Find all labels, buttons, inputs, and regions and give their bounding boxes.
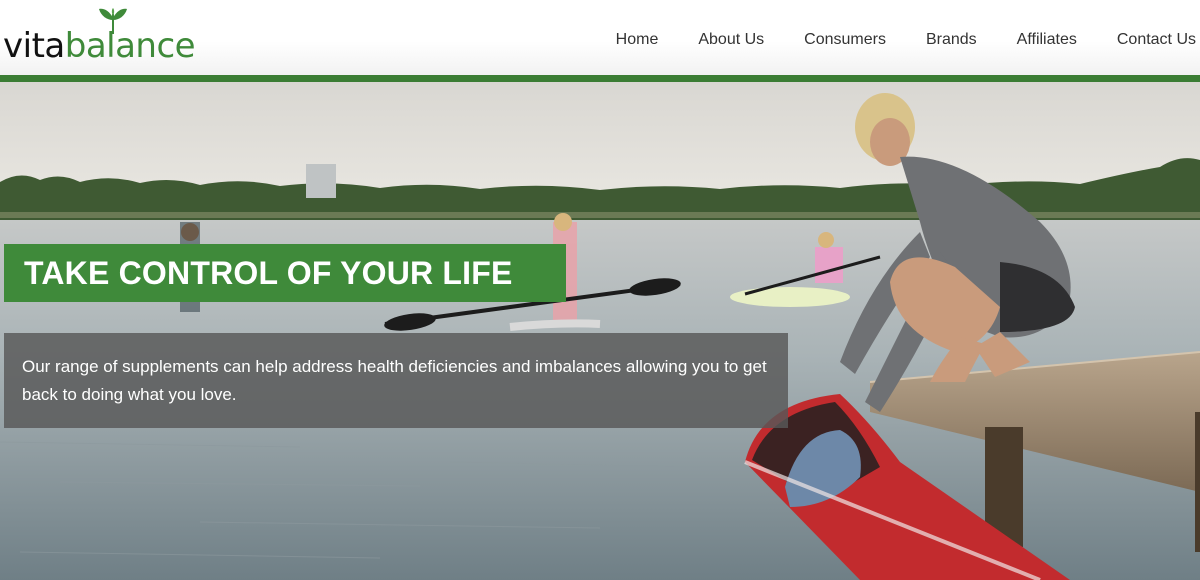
hero-banner: TAKE CONTROL OF YOUR LIFE Our range of s… [0, 82, 1200, 580]
nav-contact-us[interactable]: Contact Us [1077, 29, 1196, 51]
header-divider [0, 75, 1200, 82]
hero-description-panel: Our range of supplements can help addres… [4, 333, 788, 428]
logo-wordmark: vitabalance [3, 26, 196, 66]
logo-text-balance: balance [64, 26, 196, 66]
hero-image [0, 82, 1200, 580]
nav-home[interactable]: Home [616, 29, 659, 51]
site-header: vitabalance Home About Us Consumers Bran… [0, 0, 1200, 75]
hero-headline: TAKE CONTROL OF YOUR LIFE [24, 255, 513, 291]
nav-about-us[interactable]: About Us [658, 29, 764, 51]
hero-headline-banner: TAKE CONTROL OF YOUR LIFE [4, 244, 566, 302]
nav-consumers[interactable]: Consumers [764, 29, 886, 51]
main-nav: Home About Us Consumers Brands Affiliate… [616, 29, 1196, 51]
logo-text-vita: vita [3, 26, 65, 66]
logo[interactable]: vitabalance [3, 8, 233, 68]
nav-brands[interactable]: Brands [886, 29, 977, 51]
page: vitabalance Home About Us Consumers Bran… [0, 0, 1200, 580]
nav-affiliates[interactable]: Affiliates [977, 29, 1077, 51]
hero-description: Our range of supplements can help addres… [22, 357, 767, 404]
